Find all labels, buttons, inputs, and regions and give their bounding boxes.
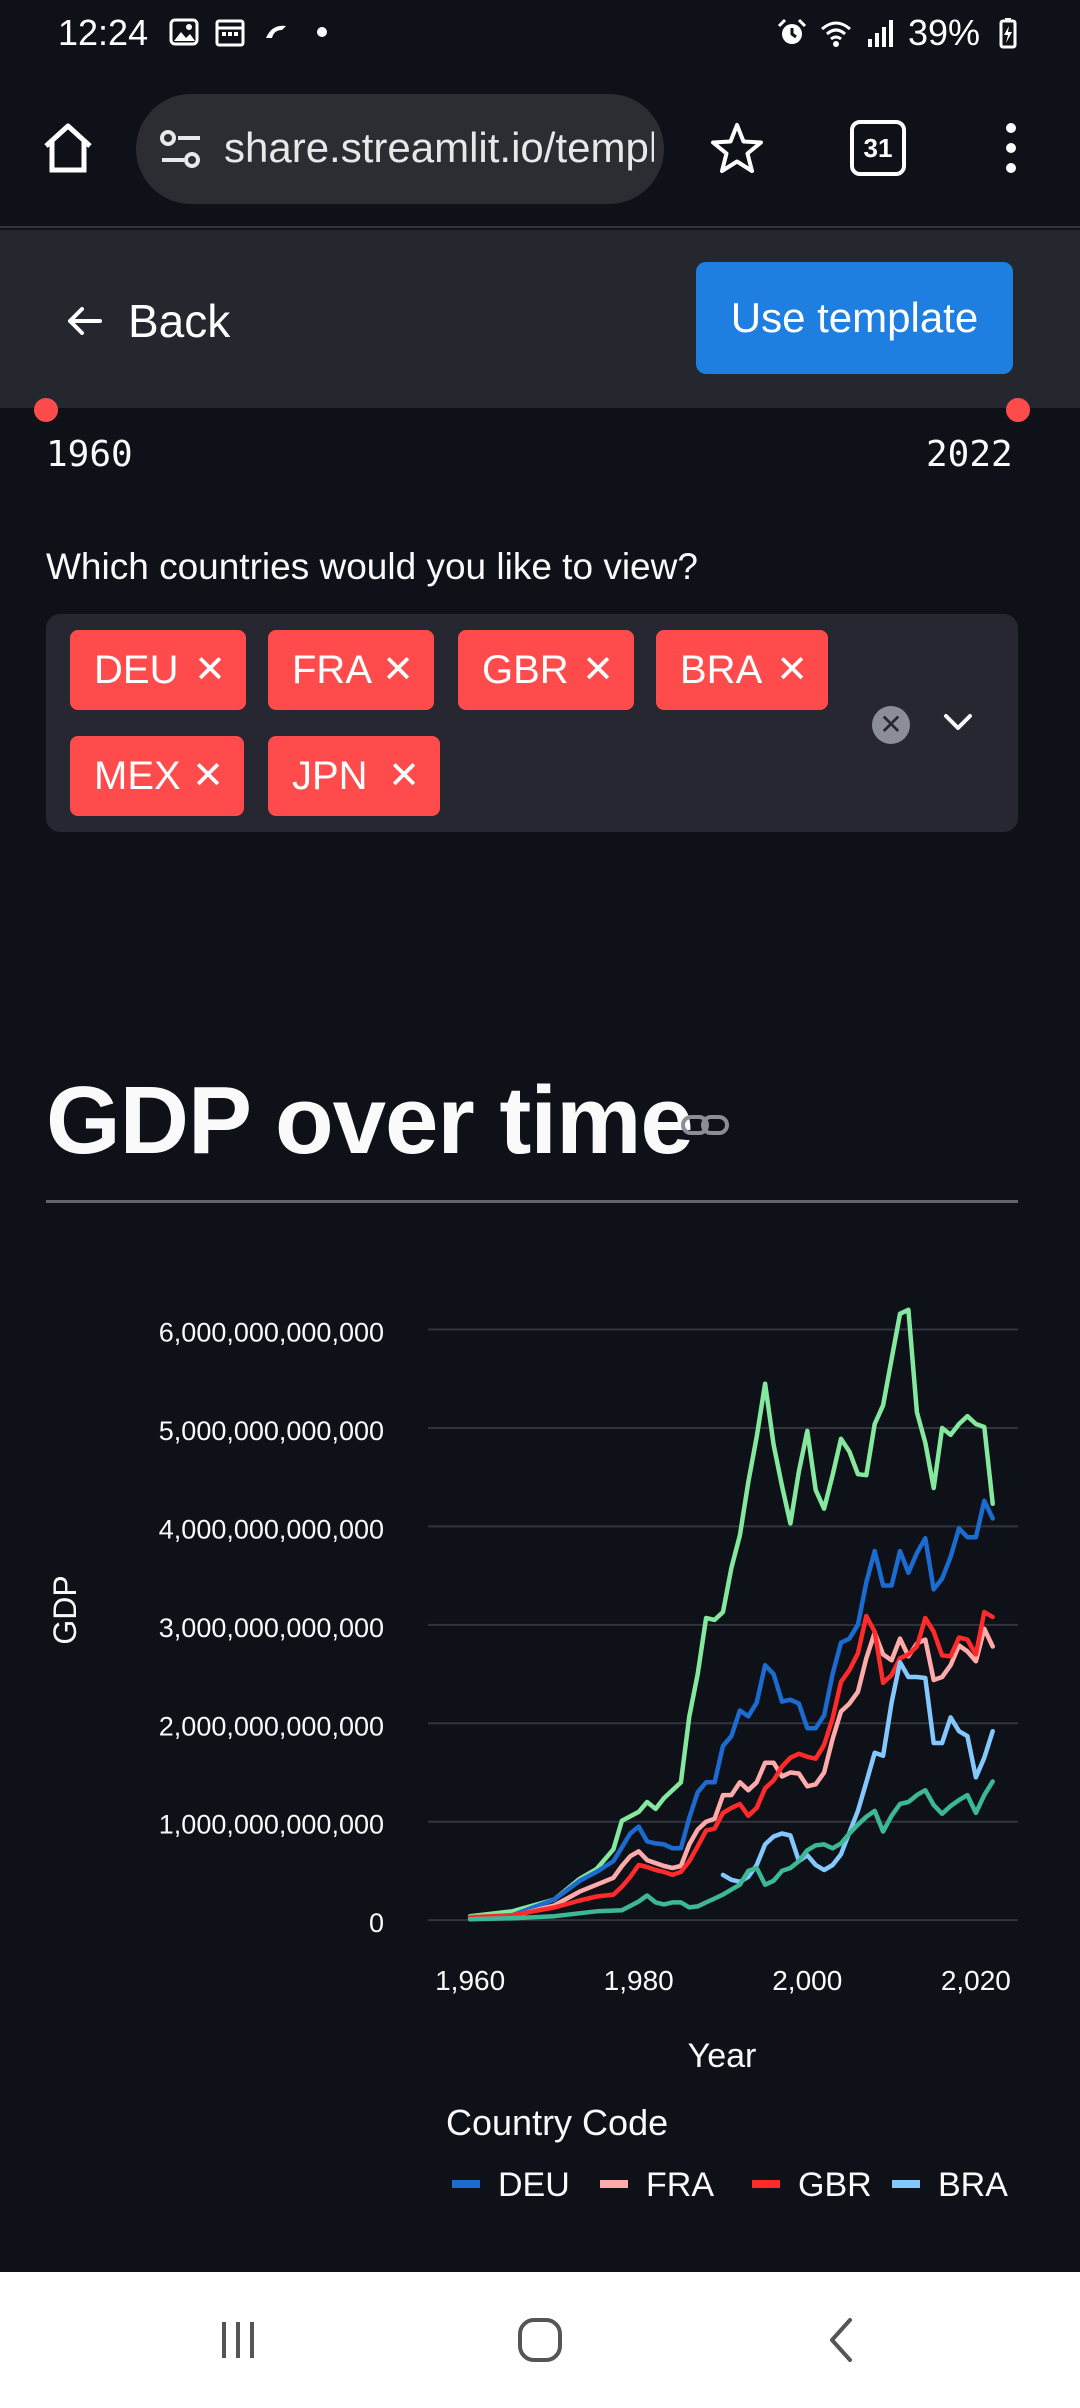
y-tick-label: 1,000,000,000,000 [159, 1810, 384, 1840]
country-tag-label: MEX [94, 754, 181, 798]
calendar-notification-icon [215, 19, 245, 47]
browser-toolbar: share.streamlit.io/template-preview 31 [0, 70, 1080, 228]
remove-tag-icon[interactable]: ✕ [582, 630, 614, 710]
country-tag-label: DEU [94, 648, 179, 692]
legend-swatch-fra [600, 2180, 628, 2188]
countries-multiselect[interactable]: DEU ✕ FRA ✕ GBR ✕ BRA ✕ MEX ✕ JPN ✕ ✕ [46, 614, 1018, 832]
country-tag-label: JPN [292, 754, 368, 798]
signal-icon [867, 20, 893, 47]
legend-swatch-bra [892, 2180, 920, 2188]
legend-swatch-deu [452, 2180, 480, 2188]
country-tag-bra[interactable]: BRA ✕ [656, 630, 828, 710]
system-navigation-bar [0, 2272, 1080, 2408]
legend-swatch-gbr [752, 2180, 780, 2188]
back-label: Back [128, 295, 231, 347]
legend-title: Country Code [446, 2102, 668, 2143]
remove-tag-icon[interactable]: ✕ [382, 630, 414, 710]
home-icon[interactable] [38, 118, 98, 178]
anchor-link-icon[interactable] [680, 1110, 730, 1140]
country-tag-label: FRA [292, 648, 372, 692]
legend-label-fra: FRA [646, 2166, 714, 2204]
chevron-down-icon[interactable] [938, 702, 978, 742]
template-header: Back Use template [0, 230, 1080, 408]
clear-all-icon[interactable]: ✕ [872, 706, 910, 744]
battery-charging-icon [999, 18, 1017, 49]
y-tick-label: 5,000,000,000,000 [159, 1416, 384, 1446]
site-settings-icon[interactable] [158, 126, 204, 172]
remove-tag-icon[interactable]: ✕ [388, 736, 420, 816]
more-notifications-dot-icon [317, 27, 327, 37]
country-tag-mex[interactable]: MEX ✕ [70, 736, 244, 816]
use-template-button[interactable]: Use template [696, 262, 1013, 374]
tab-switcher-button[interactable]: 31 [850, 120, 906, 176]
battery-percentage: 39% [907, 12, 980, 53]
gdp-line-chart: 0 1,000,000,000,000 2,000,000,000,000 3,000… [47, 1307, 1018, 2204]
back-button[interactable]: Back [62, 286, 230, 356]
x-tick-label: 1,960 [435, 1965, 505, 1996]
y-tick-label: 3,000,000,000,000 [159, 1613, 384, 1643]
status-system-icons: 39% [776, 12, 1024, 54]
series-line-jpn [467, 1307, 995, 1919]
app-notification-icon [266, 25, 286, 38]
series-line-gbr [467, 1609, 995, 1920]
country-tag-label: BRA [680, 648, 763, 692]
back-nav-icon[interactable] [812, 2310, 872, 2370]
address-bar[interactable]: share.streamlit.io/template-preview [136, 94, 664, 204]
remove-tag-icon[interactable]: ✕ [776, 630, 808, 710]
remove-tag-icon[interactable]: ✕ [194, 630, 226, 710]
y-axis-title: GDP [47, 1575, 83, 1644]
page-title: GDP over time [46, 1067, 694, 1174]
x-tick-label: 2,020 [941, 1965, 1011, 1996]
series-line-mex [467, 1779, 995, 1922]
url-text[interactable]: share.streamlit.io/template-preview [224, 124, 654, 172]
section-divider [46, 1200, 1018, 1203]
x-tick-label: 1,980 [604, 1965, 674, 1996]
status-bar: 12:24 39% [0, 0, 1080, 70]
home-nav-icon[interactable] [510, 2310, 570, 2370]
alarm-icon [777, 18, 806, 44]
country-tag-deu[interactable]: DEU ✕ [70, 630, 246, 710]
bookmark-star-icon[interactable] [708, 120, 766, 178]
country-tag-jpn[interactable]: JPN ✕ [268, 736, 440, 816]
y-tick-label: 6,000,000,000,000 [159, 1318, 384, 1348]
series-line-fra [467, 1626, 995, 1922]
recent-apps-icon[interactable] [208, 2310, 268, 2370]
country-tag-fra[interactable]: FRA ✕ [268, 630, 434, 710]
overflow-menu-icon[interactable] [996, 118, 1026, 178]
legend-label-gbr: GBR [798, 2166, 872, 2204]
y-tick-label: 0 [369, 1908, 384, 1938]
country-tag-gbr[interactable]: GBR ✕ [458, 630, 634, 710]
slider-min-value: 1960 [46, 434, 133, 475]
x-tick-label: 2,000 [772, 1965, 842, 1996]
gallery-notification-icon [169, 18, 199, 46]
slider-handle-start[interactable] [34, 398, 58, 422]
status-time: 12:24 [58, 12, 149, 53]
arrow-left-icon [68, 307, 102, 335]
slider-max-value: 2022 [926, 434, 1013, 475]
x-axis-title: Year [688, 2037, 757, 2075]
wifi-icon [820, 21, 851, 47]
country-tag-label: GBR [482, 648, 569, 692]
legend-label-deu: DEU [498, 2166, 570, 2204]
legend-label-bra: BRA [938, 2166, 1008, 2204]
remove-tag-icon[interactable]: ✕ [192, 736, 224, 816]
y-tick-label: 4,000,000,000,000 [159, 1514, 384, 1544]
status-notification-icons [168, 16, 338, 48]
countries-question-label: Which countries would you like to view? [46, 546, 698, 587]
slider-handle-end[interactable] [1006, 398, 1030, 422]
y-tick-label: 2,000,000,000,000 [159, 1711, 384, 1741]
